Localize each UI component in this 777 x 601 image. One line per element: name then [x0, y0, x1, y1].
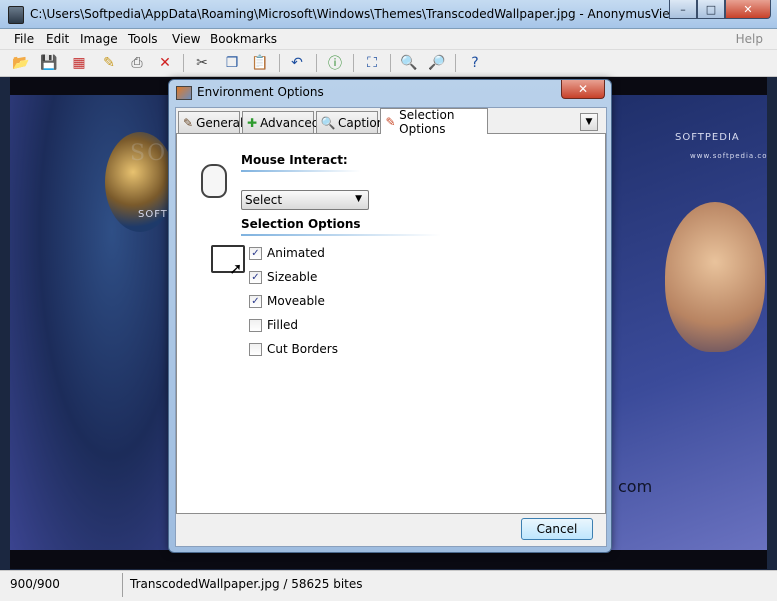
- option-sizeable[interactable]: ✓ Sizeable: [249, 269, 317, 285]
- wallpaper-logo-right: SOFTPEDIA: [675, 132, 740, 143]
- menu-edit[interactable]: Edit: [46, 32, 69, 46]
- undo-icon[interactable]: ↶: [288, 54, 306, 72]
- selection-icon: ✎: [385, 114, 396, 129]
- toolbar-separator: [316, 54, 317, 72]
- tab-advanced-label: Advanced: [260, 115, 320, 130]
- toolbar-separator: [455, 54, 456, 72]
- menu-view[interactable]: View: [172, 32, 200, 46]
- menu-image[interactable]: Image: [80, 32, 118, 46]
- tab-selection-options-label: Selection Options: [399, 107, 455, 136]
- paste-icon[interactable]: 📋: [251, 54, 269, 72]
- mouse-icon: [201, 164, 227, 198]
- toolbar-separator: [183, 54, 184, 72]
- zoom-in-icon[interactable]: 🔍: [400, 54, 418, 72]
- option-moveable[interactable]: ✓ Moveable: [249, 293, 325, 309]
- dialog-title: Environment Options: [197, 85, 324, 99]
- checkbox[interactable]: ✓: [249, 246, 262, 260]
- cursor-icon: ➚: [229, 259, 243, 278]
- mouse-interact-select[interactable]: Select ▼: [241, 190, 369, 210]
- toolbar-separator: [353, 54, 354, 72]
- wallpaper-logo-url: www.softpedia.com: [690, 152, 767, 160]
- fullscreen-icon[interactable]: ⛶: [363, 54, 381, 72]
- tab-advanced[interactable]: ✚ Advanced: [242, 111, 319, 133]
- plus-icon: ✚: [247, 115, 258, 130]
- selection-options-panel: Mouse Interact: Select ▼ Selection Optio…: [176, 133, 606, 514]
- checkbox[interactable]: [249, 318, 262, 332]
- mouse-interact-heading: Mouse Interact:: [241, 153, 348, 167]
- tab-strip: ✎ General ✚ Advanced 🔍 Caption ✎ Selecti…: [176, 107, 606, 136]
- chevron-down-icon: ▼: [355, 194, 362, 204]
- window-title: C:\Users\Softpedia\AppData\Roaming\Micro…: [30, 7, 692, 21]
- wallpaper-com-text: com: [618, 477, 653, 496]
- menu-help[interactable]: Help: [736, 32, 763, 46]
- dialog-close-button[interactable]: ✕: [561, 80, 605, 99]
- mouse-interact-value: Select: [245, 193, 283, 207]
- selection-options-heading: Selection Options: [241, 217, 361, 231]
- checkbox[interactable]: ✓: [249, 294, 262, 308]
- option-label: Cut Borders: [267, 342, 338, 356]
- option-label: Moveable: [267, 294, 325, 308]
- copy-icon[interactable]: ❐: [223, 54, 241, 72]
- print-icon[interactable]: ⎙: [128, 54, 146, 72]
- option-cut-borders[interactable]: Cut Borders: [249, 341, 338, 357]
- tab-overflow-dropdown[interactable]: ▼: [580, 113, 598, 131]
- general-icon: ✎: [183, 115, 194, 130]
- heading-underline: [241, 234, 441, 236]
- tab-caption[interactable]: 🔍 Caption: [316, 111, 384, 133]
- edit-icon[interactable]: ✎: [100, 54, 118, 72]
- environment-options-dialog: Environment Options ✕ ✎ General ✚ Advanc…: [168, 79, 612, 553]
- dialog-icon: [176, 86, 192, 100]
- toolbar-separator: [279, 54, 280, 72]
- help-icon[interactable]: ?: [466, 54, 484, 72]
- menu-file[interactable]: File: [14, 32, 34, 46]
- tab-general-label: General: [196, 115, 244, 130]
- checkbox[interactable]: [249, 342, 262, 356]
- thumbnails-icon[interactable]: ▦: [70, 54, 88, 72]
- option-label: Sizeable: [267, 270, 318, 284]
- open-icon[interactable]: 📂: [12, 54, 30, 72]
- option-filled[interactable]: Filled: [249, 317, 298, 333]
- status-dimensions: 900/900: [10, 577, 60, 591]
- option-label: Animated: [267, 246, 325, 260]
- delete-icon[interactable]: ✕: [156, 54, 174, 72]
- caption-icon: 🔍: [320, 115, 336, 130]
- wallpaper-portrait: [665, 202, 765, 352]
- tab-selection-options[interactable]: ✎ Selection Options: [380, 107, 488, 136]
- status-filename: TranscodedWallpaper.jpg / 58625 bites: [130, 577, 363, 591]
- status-bar: 900/900 TranscodedWallpaper.jpg / 58625 …: [0, 570, 777, 601]
- cancel-button[interactable]: Cancel: [521, 518, 593, 540]
- menu-tools[interactable]: Tools: [128, 32, 158, 46]
- zoom-out-icon[interactable]: 🔎: [428, 54, 446, 72]
- heading-underline: [241, 170, 361, 172]
- status-divider: [122, 573, 123, 597]
- app-icon[interactable]: [8, 6, 24, 24]
- close-button[interactable]: ✕: [725, 0, 771, 19]
- toolbar-separator: [390, 54, 391, 72]
- title-bar[interactable]: C:\Users\Softpedia\AppData\Roaming\Micro…: [0, 0, 777, 29]
- maximize-button[interactable]: □: [697, 0, 725, 19]
- dialog-body: ✎ General ✚ Advanced 🔍 Caption ✎ Selecti…: [175, 107, 607, 547]
- option-label: Filled: [267, 318, 299, 332]
- tab-general[interactable]: ✎ General: [178, 111, 244, 133]
- window-controls: – □ ✕: [669, 0, 771, 20]
- menu-bookmarks[interactable]: Bookmarks: [210, 32, 277, 46]
- toolbar: 📂 💾 ▦ ✎ ⎙ ✕ ✂ ❐ 📋 ↶ ⓘ ⛶ 🔍 🔎 ?: [0, 50, 777, 77]
- cut-icon[interactable]: ✂: [193, 54, 211, 72]
- info-icon[interactable]: ⓘ: [326, 54, 344, 72]
- save-icon[interactable]: 💾: [40, 54, 58, 72]
- checkbox[interactable]: ✓: [249, 270, 262, 284]
- minimize-button[interactable]: –: [669, 0, 697, 19]
- tab-caption-label: Caption: [338, 115, 385, 130]
- menu-bar: File Edit Image Tools View Bookmarks Hel…: [0, 29, 777, 50]
- option-animated[interactable]: ✓ Animated: [249, 245, 325, 261]
